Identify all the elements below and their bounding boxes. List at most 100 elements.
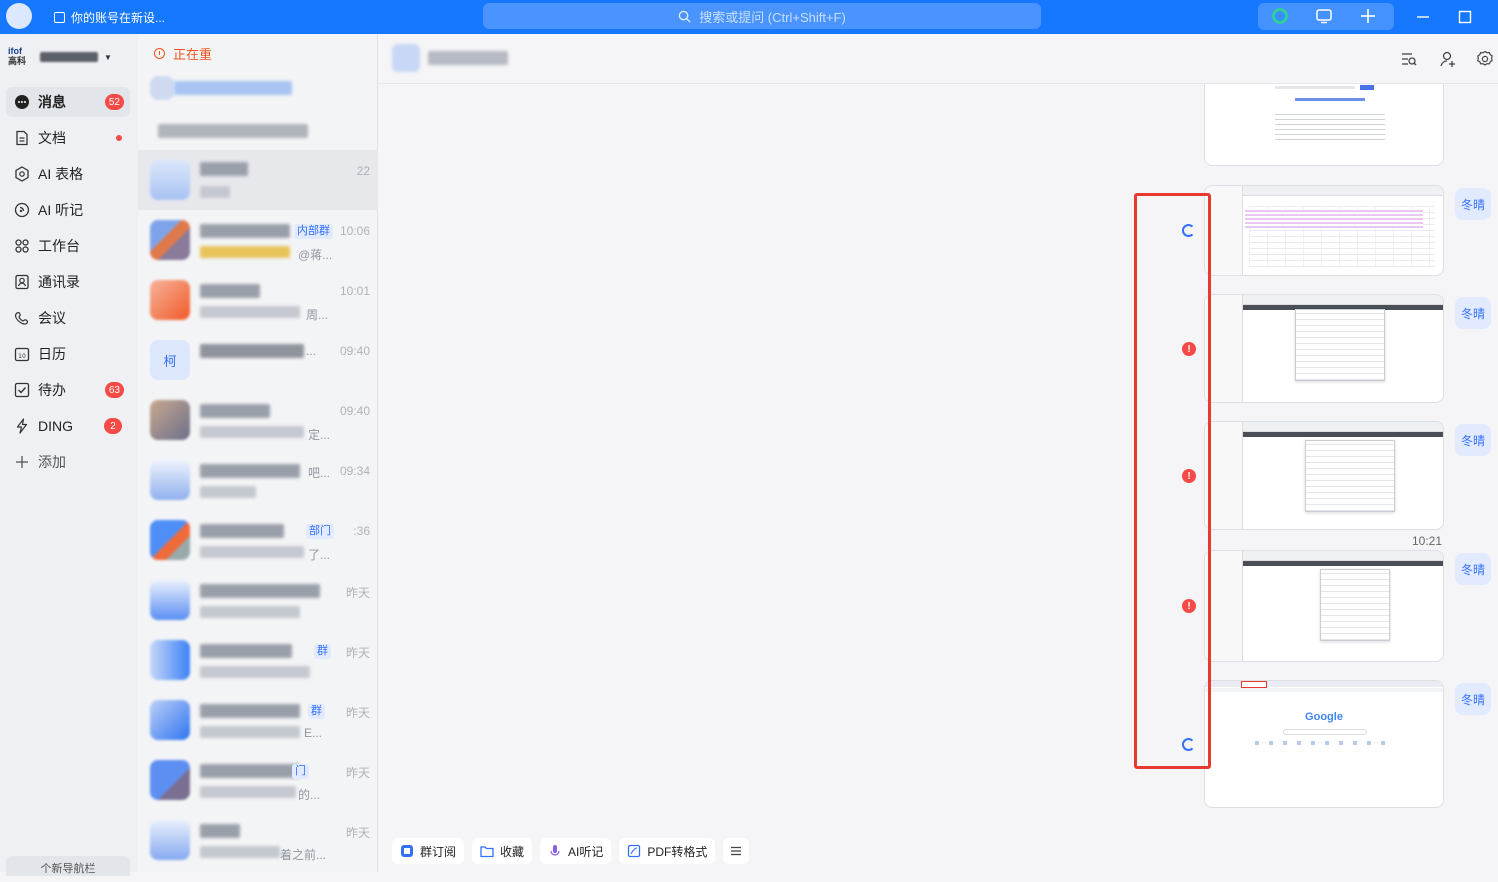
list-item[interactable]: 10:01 周... — [138, 270, 378, 330]
preview-tail: @蒋... — [298, 248, 333, 262]
new-dot — [116, 135, 122, 141]
avatar — [150, 220, 190, 260]
preview-tail: 的... — [298, 788, 321, 802]
list-item[interactable]: 昨天 — [138, 570, 378, 630]
avatar-text: 柯 — [163, 353, 177, 369]
org-logo-line2: 高科 — [8, 56, 27, 66]
sender-avatar[interactable]: 冬晴 — [1455, 188, 1491, 220]
workbench-icon — [15, 239, 29, 253]
search-history-icon[interactable] — [1400, 50, 1418, 68]
blurred-preview — [200, 726, 300, 738]
nav-item-add[interactable]: 添加 — [6, 447, 130, 477]
global-search-box[interactable]: 搜索或提问 (Ctrl+Shift+F) — [483, 3, 1041, 29]
blurred-preview — [200, 246, 290, 258]
image-message[interactable]: Google — [1204, 680, 1444, 808]
list-item[interactable]: 群 昨天 E... — [138, 690, 378, 750]
minimize-icon[interactable] — [1413, 7, 1433, 27]
sender-avatar[interactable]: 冬晴 — [1455, 683, 1491, 715]
nav-item-docs[interactable]: 文档 — [6, 123, 130, 153]
blurred-title — [158, 124, 308, 138]
blurred-preview — [200, 306, 300, 318]
nav-item-ai-table[interactable]: AI 表格 — [6, 159, 130, 189]
group-subscribe-button[interactable]: 群订阅 — [392, 838, 465, 864]
image-content — [1283, 729, 1367, 735]
image-message[interactable] — [1204, 421, 1444, 530]
list-item[interactable]: 柯 ... 09:40 — [138, 330, 378, 390]
avatar — [150, 520, 190, 560]
nav-item-contacts[interactable]: 通讯录 — [6, 267, 130, 297]
ai-listen-button[interactable]: AI听记 — [540, 838, 612, 864]
meeting-icon — [14, 311, 29, 325]
list-item[interactable]: 09:40 定... — [138, 390, 378, 450]
search-placeholder: 搜索或提问 (Ctrl+Shift+F) — [699, 9, 846, 25]
list-item[interactable]: 吧... 09:34 — [138, 450, 378, 510]
group-tag: 群 — [314, 644, 331, 659]
image-message[interactable] — [1204, 294, 1444, 403]
contacts-icon — [15, 274, 29, 290]
nav-label: 添加 — [38, 454, 66, 470]
blurred-preview — [200, 546, 304, 558]
sender-avatar[interactable]: 冬晴 — [1455, 297, 1491, 329]
blurred-title — [200, 464, 300, 478]
list-item[interactable]: 部门 :36 了... — [138, 510, 378, 570]
user-avatar[interactable] — [6, 3, 32, 29]
maximize-icon[interactable] — [1455, 7, 1475, 27]
ai-assistant-icon[interactable] — [1270, 6, 1290, 26]
subscribe-icon — [400, 844, 414, 858]
add-member-icon[interactable] — [1439, 50, 1457, 68]
group-tag: 门 — [292, 764, 309, 779]
list-item[interactable]: 内部群 10:06 @蒋... — [138, 210, 378, 270]
screen-share-icon[interactable] — [1314, 6, 1334, 26]
new-plus-icon[interactable] — [1358, 6, 1378, 26]
nav-label: 工作台 — [38, 238, 80, 254]
blurred-preview — [200, 606, 300, 618]
nav-item-messages[interactable]: 消息 52 — [6, 87, 130, 117]
list-item[interactable]: 群 昨天 — [138, 630, 378, 690]
nav-item-meeting[interactable]: 会议 — [6, 303, 130, 333]
org-logo-line1: ifof — [8, 46, 22, 56]
nav-label: 待办 — [38, 382, 66, 398]
image-message[interactable] — [1204, 84, 1444, 166]
nav-item-todo[interactable]: 待办 63 — [6, 375, 130, 405]
settings-gear-icon[interactable] — [1476, 50, 1494, 68]
group-subscribe-label: 群订阅 — [420, 844, 457, 859]
new-nav-tip[interactable]: 个新导航栏 — [6, 856, 130, 876]
sender-avatar[interactable]: 冬晴 — [1455, 424, 1491, 456]
avatar — [150, 640, 190, 680]
nav-label: AI 表格 — [38, 166, 84, 182]
message-time: 昨天 — [345, 826, 370, 840]
org-switcher[interactable]: ifof 高科 ▼ — [8, 46, 112, 68]
pdf-convert-button[interactable]: PDF转格式 — [619, 838, 716, 864]
blurred-title — [200, 584, 320, 598]
ai-listen-label: AI听记 — [568, 844, 604, 859]
nav-item-ding[interactable]: DING 2 — [6, 411, 130, 441]
blurred-title — [200, 224, 290, 238]
image-content — [1275, 110, 1385, 140]
unread-badge: 52 — [104, 94, 124, 110]
image-content — [1295, 309, 1385, 381]
image-message[interactable] — [1204, 550, 1444, 662]
avatar: 柯 — [150, 340, 190, 380]
reconnecting-status: 正在重 — [154, 44, 212, 63]
avatar — [150, 760, 190, 800]
reconnecting-text: 正在重 — [173, 47, 213, 62]
nav-label: 通讯录 — [38, 274, 80, 290]
list-item[interactable]: 门 昨天 的... — [138, 750, 378, 810]
list-item-selected[interactable]: 22 — [138, 150, 378, 210]
blurred-preview — [200, 846, 280, 858]
nav-item-calendar[interactable]: 10 日历 — [6, 339, 130, 369]
message-icon — [15, 95, 29, 109]
image-content — [1275, 86, 1355, 89]
image-message[interactable] — [1204, 185, 1444, 276]
sender-avatar[interactable]: 冬晴 — [1455, 553, 1491, 585]
nav-item-ai-listen[interactable]: AI 听记 — [6, 195, 130, 225]
image-content — [1205, 688, 1443, 692]
pdf-convert-label: PDF转格式 — [647, 844, 708, 859]
more-menu-button[interactable] — [723, 838, 750, 864]
list-item[interactable]: 昨天 着之前... — [138, 810, 378, 870]
message-time: 22 — [356, 164, 370, 178]
nav-item-workbench[interactable]: 工作台 — [6, 231, 130, 261]
blurred-title — [200, 404, 270, 418]
favorite-button[interactable]: 收藏 — [472, 838, 533, 864]
login-notice[interactable]: 你的账号在新设... — [54, 9, 165, 26]
